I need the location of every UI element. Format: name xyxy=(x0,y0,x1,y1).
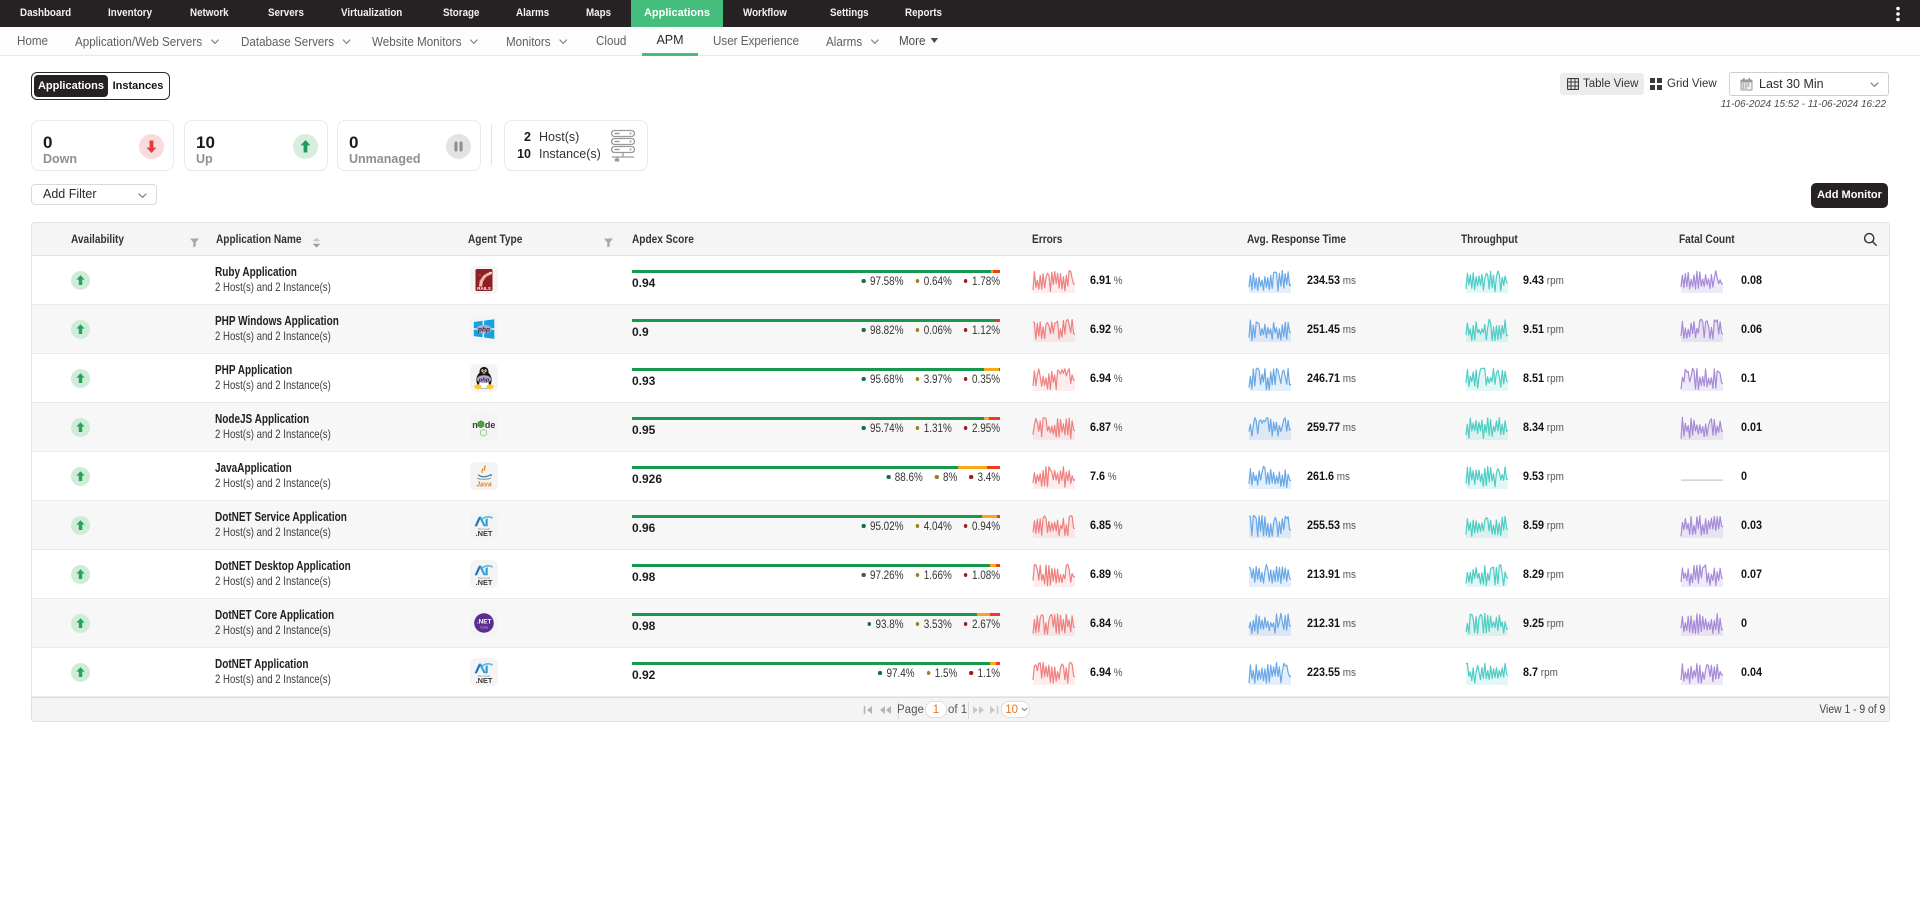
svg-text:.NET: .NET xyxy=(477,619,492,626)
svg-text:php: php xyxy=(477,326,490,333)
svg-text:Core: Core xyxy=(480,626,488,630)
svg-text:de: de xyxy=(485,420,496,430)
svg-text:.NET: .NET xyxy=(476,578,493,586)
svg-text:php: php xyxy=(478,377,490,383)
svg-text:n: n xyxy=(472,420,478,430)
svg-text:RAILS: RAILS xyxy=(477,286,491,291)
svg-text:.NET: .NET xyxy=(476,676,493,684)
svg-text:Java: Java xyxy=(476,482,492,489)
svg-text:.NET: .NET xyxy=(476,529,493,537)
